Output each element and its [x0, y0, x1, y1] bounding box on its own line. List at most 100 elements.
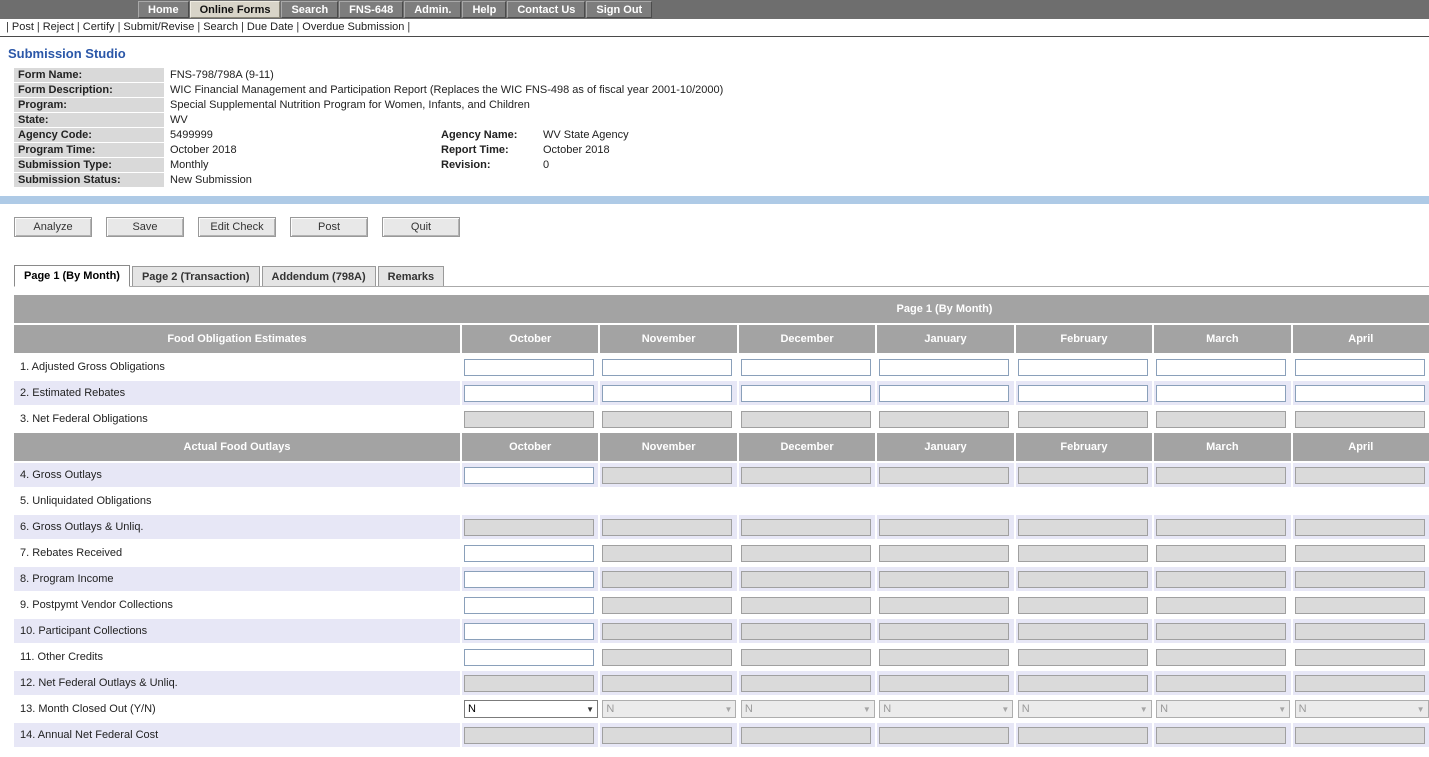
input-march[interactable]	[1156, 385, 1286, 402]
post-button[interactable]: Post	[290, 217, 368, 237]
tab-page-1-by-month[interactable]: Page 1 (By Month)	[14, 265, 130, 287]
input-march[interactable]	[1156, 359, 1286, 376]
tab-page-2-transaction[interactable]: Page 2 (Transaction)	[132, 266, 260, 286]
edit-check-button[interactable]: Edit Check	[198, 217, 276, 237]
input-april[interactable]	[1295, 385, 1425, 402]
menu-submit-revise[interactable]: Submit/Revise	[123, 21, 194, 33]
menu-due-date[interactable]: Due Date	[247, 21, 293, 33]
nav-admin[interactable]: Admin.	[404, 1, 461, 18]
cell-december	[739, 489, 875, 513]
cell-april	[1293, 567, 1429, 591]
cell-february	[1016, 671, 1152, 695]
menubar-separator: |	[296, 21, 299, 33]
menu-reject[interactable]: Reject	[43, 21, 74, 33]
menu-post[interactable]: Post	[12, 21, 34, 33]
tab-remarks[interactable]: Remarks	[378, 266, 444, 286]
cell-november	[600, 541, 736, 565]
cell-december	[739, 593, 875, 617]
input-april[interactable]	[1295, 359, 1425, 376]
input-february-disabled	[1018, 545, 1148, 562]
menu-search[interactable]: Search	[203, 21, 238, 33]
quit-button[interactable]: Quit	[382, 217, 460, 237]
input-january[interactable]	[879, 385, 1009, 402]
month-header-november: November	[600, 433, 736, 461]
chevron-down-icon: ▼	[586, 705, 597, 714]
input-october[interactable]	[464, 385, 594, 402]
menu-overdue-submission[interactable]: Overdue Submission	[302, 21, 404, 33]
input-january[interactable]	[879, 359, 1009, 376]
select-value: N	[465, 703, 586, 715]
input-january-disabled	[879, 467, 1009, 484]
cell-february	[1016, 541, 1152, 565]
grid-banner: Page 1 (By Month)	[14, 295, 1429, 323]
input-march-disabled	[1156, 411, 1286, 428]
input-november-disabled	[602, 623, 732, 640]
input-march-disabled	[1156, 571, 1286, 588]
nav-sign-out[interactable]: Sign Out	[586, 1, 652, 18]
input-december[interactable]	[741, 385, 871, 402]
save-button[interactable]: Save	[106, 217, 184, 237]
row-label: 13. Month Closed Out (Y/N)	[14, 697, 460, 721]
input-november[interactable]	[602, 385, 732, 402]
input-october[interactable]	[464, 467, 594, 484]
info-value: WV	[164, 113, 1421, 128]
input-october[interactable]	[464, 597, 594, 614]
cell-february	[1016, 567, 1152, 591]
grid-row: 3. Net Federal Obligations	[14, 407, 1429, 431]
nav-online-forms[interactable]: Online Forms	[190, 1, 281, 18]
nav-fns-648[interactable]: FNS-648	[339, 1, 403, 18]
form-info-row: Form Description:WIC Financial Managemen…	[14, 83, 1421, 98]
select-october[interactable]: N▼	[464, 700, 598, 718]
grid-row: 14. Annual Net Federal Cost	[14, 723, 1429, 747]
select-value: N	[1157, 703, 1278, 715]
month-header-february: February	[1016, 325, 1152, 353]
input-october[interactable]	[464, 623, 594, 640]
select-value: N	[880, 703, 1001, 715]
input-october[interactable]	[464, 545, 594, 562]
input-october[interactable]	[464, 571, 594, 588]
info-value: October 2018	[164, 143, 437, 158]
input-february-disabled	[1018, 519, 1148, 536]
nav-help[interactable]: Help	[462, 1, 506, 18]
input-january-disabled	[879, 597, 1009, 614]
menubar-separator: |	[6, 21, 9, 33]
tab-addendum-798a[interactable]: Addendum (798A)	[262, 266, 376, 286]
month-header-january: January	[877, 325, 1013, 353]
input-december[interactable]	[741, 359, 871, 376]
cell-march	[1154, 645, 1290, 669]
menubar-separator: |	[407, 21, 410, 33]
input-october-disabled	[464, 727, 594, 744]
nav-search[interactable]: Search	[281, 1, 338, 18]
input-december-disabled	[741, 571, 871, 588]
input-november-disabled	[602, 597, 732, 614]
nav-home[interactable]: Home	[138, 1, 189, 18]
input-january-disabled	[879, 411, 1009, 428]
cell-march	[1154, 463, 1290, 487]
cell-february	[1016, 463, 1152, 487]
input-october[interactable]	[464, 359, 594, 376]
input-february[interactable]	[1018, 385, 1148, 402]
section-title: Actual Food Outlays	[14, 433, 460, 461]
row-label: 3. Net Federal Obligations	[14, 407, 460, 431]
grid-row: 7. Rebates Received	[14, 541, 1429, 565]
month-header-april: April	[1293, 433, 1429, 461]
month-header-october: October	[462, 325, 598, 353]
input-february[interactable]	[1018, 359, 1148, 376]
input-october[interactable]	[464, 649, 594, 666]
info-label: Form Description:	[14, 83, 164, 98]
input-november[interactable]	[602, 359, 732, 376]
input-january-disabled	[879, 649, 1009, 666]
grid-row: 1. Adjusted Gross Obligations	[14, 355, 1429, 379]
input-april-disabled	[1295, 623, 1425, 640]
month-grid: Page 1 (By Month)Food Obligation Estimat…	[14, 295, 1429, 747]
menu-certify[interactable]: Certify	[83, 21, 115, 33]
input-april-disabled	[1295, 571, 1425, 588]
input-march-disabled	[1156, 623, 1286, 640]
info-label: State:	[14, 113, 164, 128]
grid-row: 6. Gross Outlays & Unliq.	[14, 515, 1429, 539]
analyze-button[interactable]: Analyze	[14, 217, 92, 237]
row-label: 1. Adjusted Gross Obligations	[14, 355, 460, 379]
input-november-disabled	[602, 649, 732, 666]
nav-contact-us[interactable]: Contact Us	[507, 1, 585, 18]
info-value: New Submission	[164, 173, 1421, 188]
